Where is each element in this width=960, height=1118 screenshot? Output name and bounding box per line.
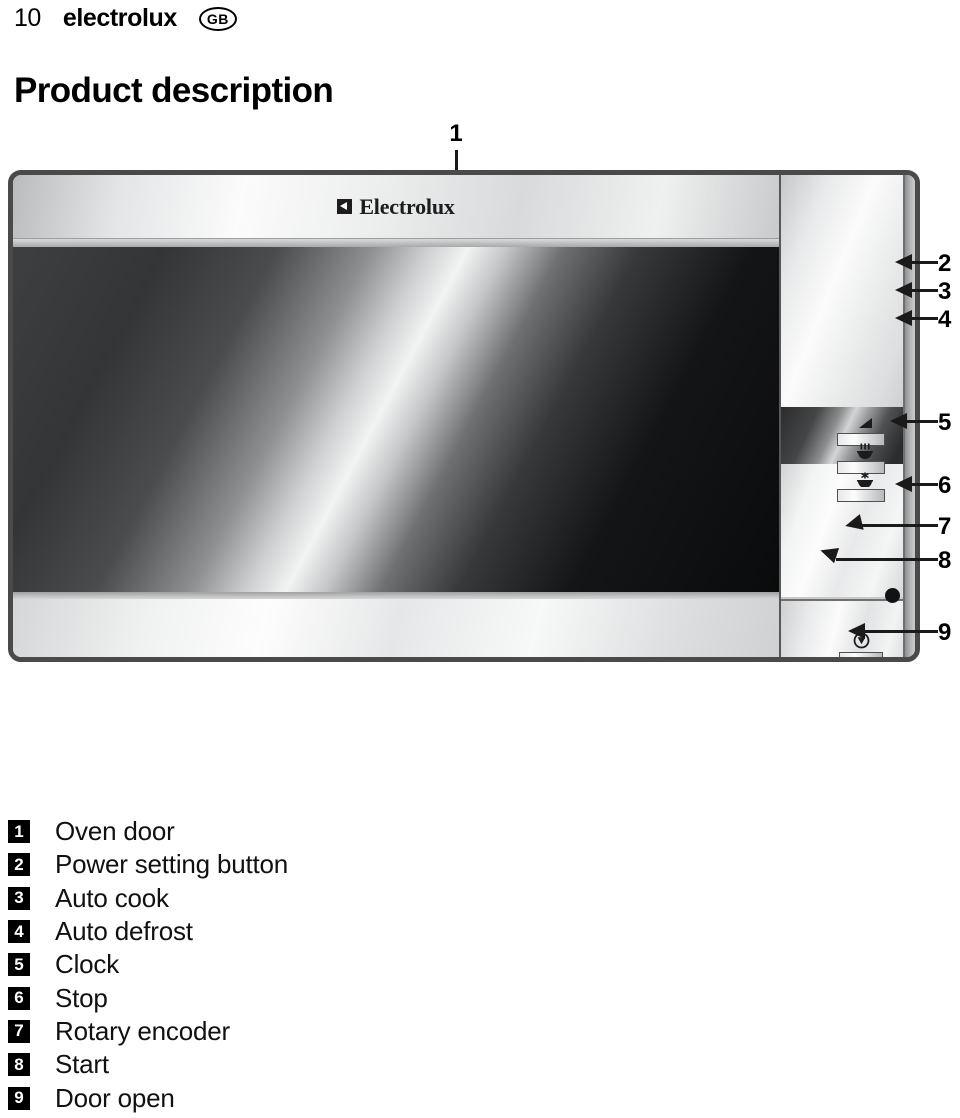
list-item: 3 Auto cook xyxy=(8,882,528,915)
callout-leader-8 xyxy=(836,558,938,561)
legend-badge: 3 xyxy=(8,886,30,910)
page-header: 10 electrolux GB xyxy=(14,4,237,33)
legend-list: 1 Oven door 2 Power setting button 3 Aut… xyxy=(8,815,528,1115)
legend-label: Power setting button xyxy=(55,849,289,880)
electrolux-mark-icon xyxy=(337,199,353,214)
list-item: 5 Clock xyxy=(8,948,528,981)
callout-number-6: 6 xyxy=(938,472,952,499)
legend-badge: 7 xyxy=(8,1019,30,1043)
callout-arrow-9 xyxy=(848,623,865,639)
callout-number-5: 5 xyxy=(938,409,952,436)
door-top-panel: Electrolux xyxy=(13,175,779,239)
power-level-wedge-icon xyxy=(859,418,872,428)
callout-leader-2 xyxy=(912,261,938,264)
list-item: 8 Start xyxy=(8,1048,528,1081)
legend-badge: 2 xyxy=(8,853,30,877)
legend-label: Rotary encoder xyxy=(55,1015,230,1046)
door-bottom-panel xyxy=(13,599,779,657)
legend-label: Clock xyxy=(55,949,120,980)
page-number: 10 xyxy=(14,4,41,32)
defrost-snowflake-icon xyxy=(857,472,873,487)
callout-arrow-6 xyxy=(895,476,912,492)
list-item: 4 Auto defrost xyxy=(8,915,528,948)
legend-label: Auto cook xyxy=(55,882,169,913)
callout-leader-5 xyxy=(907,420,938,423)
legend-label: Start xyxy=(55,1049,109,1080)
list-item: 2 Power setting button xyxy=(8,848,528,881)
callout-leader-4 xyxy=(912,317,938,320)
door-upper-seam xyxy=(13,239,779,247)
list-item: 6 Stop xyxy=(8,981,528,1014)
legend-label: Auto defrost xyxy=(55,916,193,947)
steaming-dish-icon xyxy=(857,443,873,459)
product-diagram: 1 Electrolux 30 2 3 4 5 6 7 8 9 xyxy=(0,120,960,680)
callout-arrow-2 xyxy=(895,254,912,270)
door-lower-seam xyxy=(13,592,779,599)
callout-arrow-5 xyxy=(890,413,907,429)
legend-badge: 9 xyxy=(8,1086,30,1110)
legend-badge: 5 xyxy=(8,953,30,977)
legend-badge: 1 xyxy=(8,820,30,844)
clock-button[interactable] xyxy=(885,588,900,603)
list-item: 7 Rotary encoder xyxy=(8,1015,528,1048)
legend-label: Oven door xyxy=(55,816,175,847)
auto-defrost-button[interactable] xyxy=(837,489,885,502)
legend-badge: 8 xyxy=(8,1053,30,1077)
microwave-oven: Electrolux 30 xyxy=(8,170,920,662)
legend-badge: 4 xyxy=(8,920,30,944)
callout-leader-6 xyxy=(912,483,938,486)
list-item: 1 Oven door xyxy=(8,815,528,848)
legend-label: Door open xyxy=(55,1082,175,1113)
callout-leader-3 xyxy=(912,289,938,292)
callout-number-1: 1 xyxy=(449,120,463,147)
callout-number-8: 8 xyxy=(938,547,952,574)
legend-label: Stop xyxy=(55,982,108,1013)
door-brand-logo: Electrolux xyxy=(13,175,779,238)
stop-button[interactable] xyxy=(839,652,883,657)
brand-name: electrolux xyxy=(62,4,178,32)
callout-number-2: 2 xyxy=(938,250,952,277)
door-glass-window xyxy=(13,247,779,592)
callout-number-4: 4 xyxy=(938,306,952,333)
callout-arrow-4 xyxy=(895,310,912,326)
door-logo-text: Electrolux xyxy=(359,193,455,219)
callout-leader-9 xyxy=(865,630,938,633)
callout-arrow-3 xyxy=(895,282,912,298)
oven-door[interactable]: Electrolux xyxy=(13,175,779,657)
callout-leader-7 xyxy=(861,524,938,527)
page-title: Product description xyxy=(14,71,334,111)
callout-number-7: 7 xyxy=(938,513,952,540)
legend-badge: 6 xyxy=(8,986,30,1010)
list-item: 9 Door open xyxy=(8,1081,528,1114)
callout-number-9: 9 xyxy=(938,619,952,646)
locale-badge: GB xyxy=(198,6,237,31)
callout-number-3: 3 xyxy=(938,278,952,305)
